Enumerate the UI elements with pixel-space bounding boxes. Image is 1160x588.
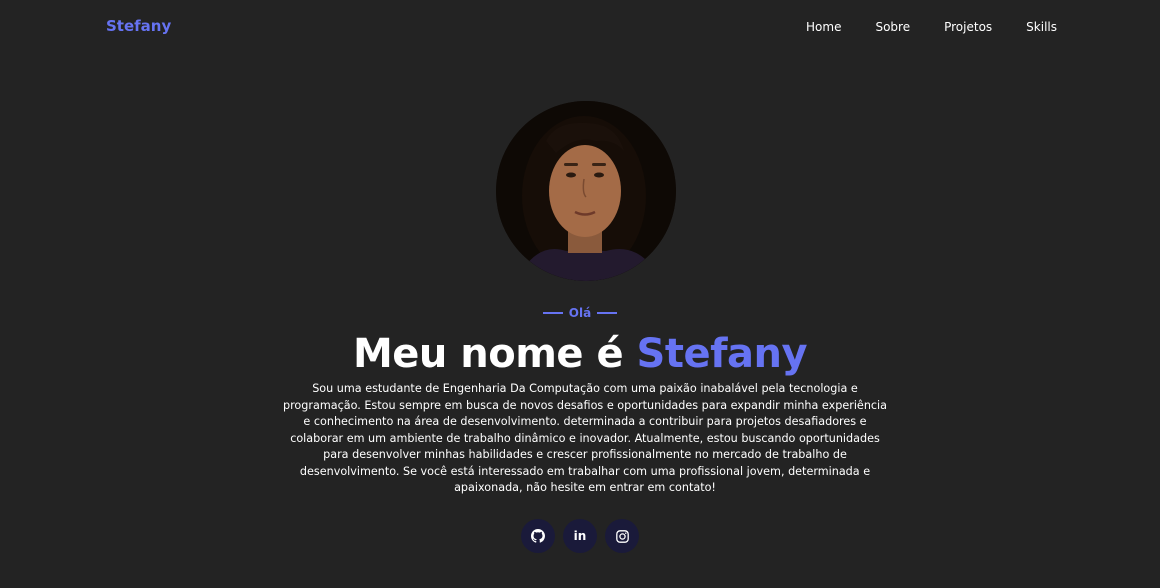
headline-prefix: Meu nome é bbox=[352, 331, 637, 377]
profile-photo bbox=[496, 101, 676, 281]
nav-link-sobre[interactable]: Sobre bbox=[875, 20, 910, 34]
linkedin-icon: in bbox=[573, 529, 587, 543]
instagram-button[interactable] bbox=[605, 519, 639, 553]
linkedin-button[interactable]: in bbox=[563, 519, 597, 553]
headline-name: Stefany bbox=[636, 331, 808, 377]
hero-headline: Meu nome é Stefany bbox=[0, 326, 1160, 382]
nav-link-home[interactable]: Home bbox=[806, 20, 841, 34]
nav-link-projetos[interactable]: Projetos bbox=[944, 20, 992, 34]
navbar: Stefany Home Sobre Projetos Skills bbox=[0, 0, 1160, 58]
kicker-line-right bbox=[597, 312, 618, 314]
hero-kicker: Olá bbox=[0, 306, 1160, 320]
kicker-text: Olá bbox=[568, 306, 592, 320]
nav-links: Home Sobre Projetos Skills bbox=[806, 20, 1057, 34]
social-links: in bbox=[0, 519, 1160, 553]
github-icon bbox=[531, 529, 545, 543]
brand-logo[interactable]: Stefany bbox=[106, 17, 171, 35]
hero-bio: Sou uma estudante de Engenharia Da Compu… bbox=[282, 382, 888, 494]
nav-link-skills[interactable]: Skills bbox=[1026, 20, 1057, 34]
instagram-icon bbox=[615, 529, 629, 543]
kicker-line-left bbox=[542, 312, 563, 314]
github-button[interactable] bbox=[521, 519, 555, 553]
